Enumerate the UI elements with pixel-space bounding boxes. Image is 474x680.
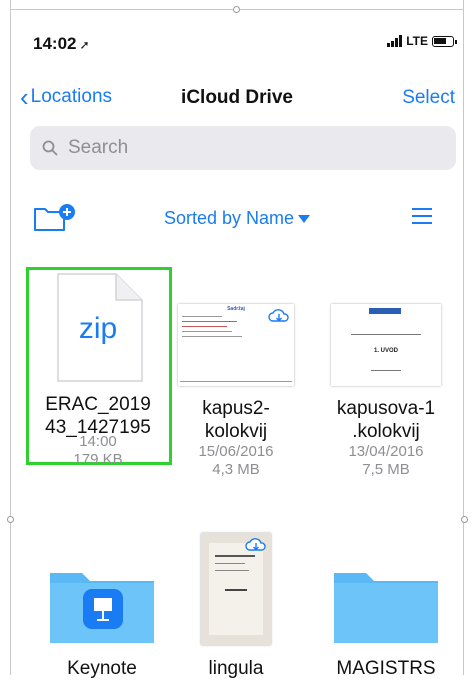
search-icon [42,140,58,156]
file-name-line1: kapusova-1 [336,398,436,419]
file-item[interactable]: 1. UVOD kapusova-1 .kolokvij 13/04/2016 … [311,270,461,479]
file-item[interactable]: Sadržaj kapus2- kolokvij 15/06/2016 4,3 … [161,270,311,479]
file-name-line2: .kolokvij [352,421,420,442]
document-thumbnail: Sadržaj [178,304,294,386]
document-thumbnail: 1. UVOD [331,304,441,386]
search-bar[interactable] [30,126,456,170]
status-time: 14:02 ➚ [33,34,90,54]
keynote-app-icon [83,589,123,629]
thumbnail-logo [369,308,401,314]
zip-file-icon: zip [50,270,146,385]
file-date: 15/06/2016 [198,443,274,460]
list-view-icon[interactable] [412,208,432,229]
zip-label: zip [78,312,118,345]
file-name-line1: kapus2- [202,398,270,419]
file-name: lingula [208,658,264,679]
folder-name: MAGISTRS [336,658,436,679]
location-arrow-icon: ➚ [79,38,90,52]
folder-icon [46,565,158,645]
folder-item[interactable]: MAGISTRS [311,565,461,680]
file-size: 7,5 MB [362,461,410,478]
search-input[interactable] [66,136,370,160]
battery-icon [432,35,457,47]
status-indicators: LTE [387,34,457,48]
frame-handle-right [461,516,468,523]
sort-menu[interactable]: Sorted by Name [0,208,474,229]
file-name-line1: ERAC_2019 [45,394,151,415]
file-item[interactable]: lingula [161,533,311,680]
signal-icon [387,35,403,47]
sort-label: Sorted by Name [163,208,295,228]
cloud-download-icon [245,538,266,551]
thumbnail-lines [182,316,252,341]
frame-handle-left [7,516,14,523]
thumbnail-lines [215,555,255,591]
frame-handle-top [233,6,240,13]
folder-icon [330,565,442,645]
status-time-text: 14:02 [33,34,77,53]
thumbnail-subtitle [351,334,421,335]
file-date: 13/04/2016 [348,443,424,460]
thumbnail-footer [371,370,401,371]
folder-name: Keynote [67,658,137,679]
cloud-download-icon [268,309,289,322]
carrier-label: LTE [406,34,428,48]
folder-item[interactable]: Keynote [27,565,177,680]
select-button[interactable]: Select [402,87,455,109]
toolbar: Sorted by Name [0,200,474,240]
file-size: 4,3 MB [212,461,260,478]
triangle-down-icon [298,215,311,224]
thumbnail-heading: 1. UVOD [373,348,398,354]
file-name-line2: kolokvij [204,421,268,442]
file-item[interactable]: zip ERAC_2019 43_1427195 14:00 179 KB [23,270,173,469]
document-thumbnail [201,533,271,645]
thumbnail-footer [180,381,292,382]
file-size: 179 KB [73,451,123,468]
